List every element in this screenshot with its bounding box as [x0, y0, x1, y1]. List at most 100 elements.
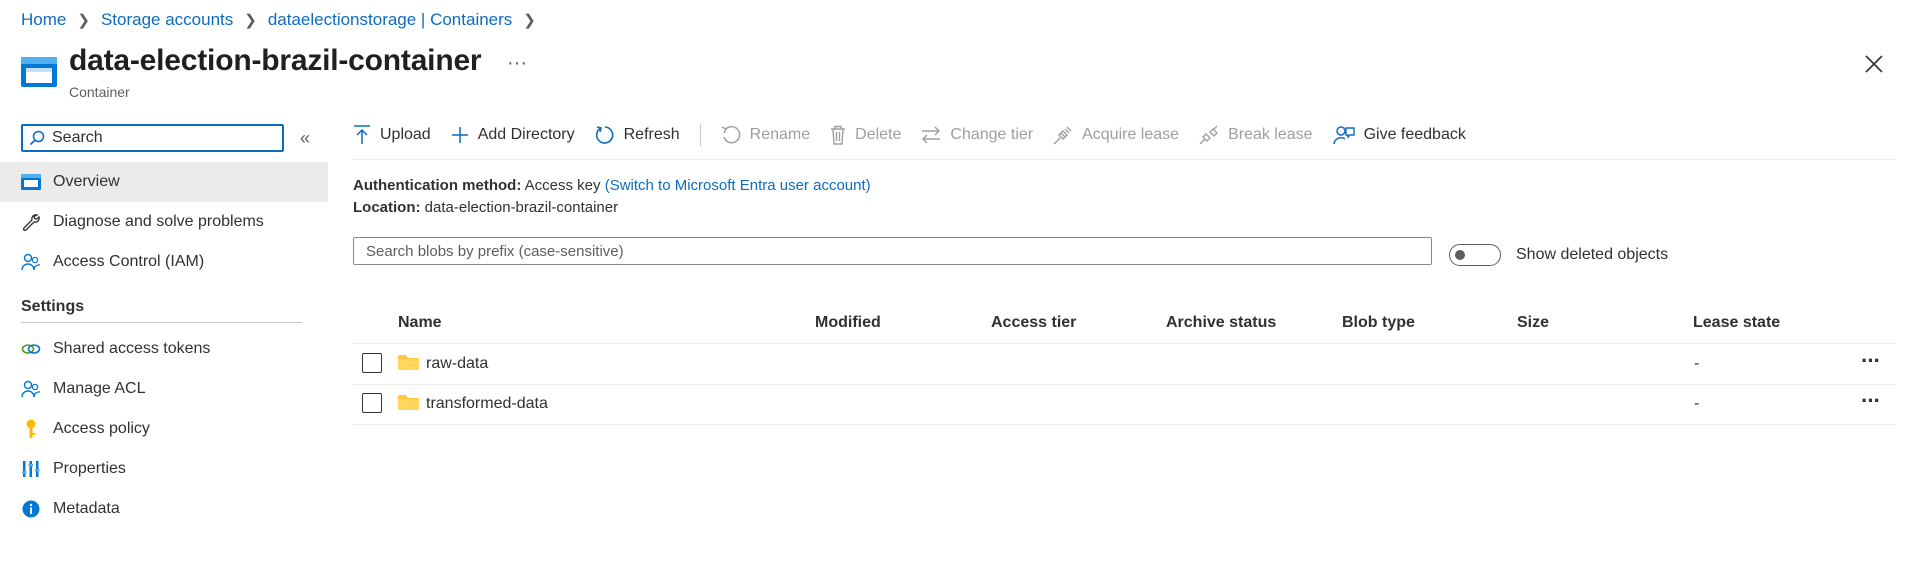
change-tier-button[interactable]: Change tier [921, 126, 1033, 144]
delete-label: Delete [855, 126, 902, 143]
sidebar-item-label: Overview [53, 173, 120, 190]
show-deleted-toggle[interactable] [1449, 244, 1501, 266]
feedback-icon [1332, 126, 1355, 145]
add-directory-button[interactable]: Add Directory [451, 126, 575, 144]
switch-auth-link[interactable]: (Switch to Microsoft Entra user account) [605, 177, 871, 194]
page-subtitle: Container [69, 84, 130, 100]
command-bar: Upload Add Directory Refresh Rename Dele… [353, 124, 1486, 146]
row-name[interactable]: raw-data [426, 355, 488, 373]
rename-icon [721, 125, 741, 144]
column-header-lease-state[interactable]: Lease state [1693, 314, 1780, 332]
divider [21, 322, 302, 323]
people-icon [21, 379, 41, 399]
trash-icon [831, 125, 846, 145]
location-row: Location: data-election-brazil-container [353, 199, 618, 216]
change-tier-label: Change tier [950, 126, 1034, 143]
refresh-button[interactable]: Refresh [595, 125, 680, 145]
sidebar-item-iam[interactable]: Access Control (IAM) [0, 242, 328, 282]
row-checkbox[interactable] [362, 353, 382, 373]
upload-button[interactable]: Upload [353, 125, 431, 145]
breadcrumb: Home ❯ Storage accounts ❯ dataelectionst… [21, 10, 547, 30]
row-more-button[interactable]: ··· [1861, 388, 1881, 414]
sidebar-item-label: Diagnose and solve problems [53, 213, 264, 230]
rename-button[interactable]: Rename [721, 125, 810, 145]
divider [353, 159, 1896, 160]
sidebar-item-label: Properties [53, 460, 126, 477]
location-value: data-election-brazil-container [424, 199, 619, 216]
row-name[interactable]: transformed-data [426, 395, 548, 413]
delete-button[interactable]: Delete [830, 125, 901, 145]
refresh-icon [595, 126, 614, 144]
sidebar-search-input[interactable] [50, 128, 274, 148]
collapse-sidebar-button[interactable]: « [300, 128, 310, 149]
sidebar-item-diagnose[interactable]: Diagnose and solve problems [0, 202, 328, 242]
people-icon [21, 252, 41, 272]
column-header-blob-type[interactable]: Blob type [1342, 314, 1415, 332]
column-header-modified[interactable]: Modified [815, 314, 881, 332]
toolbar-divider [699, 124, 701, 146]
break-lease-button[interactable]: Break lease [1199, 125, 1313, 145]
sidebar-item-access-policy[interactable]: Access policy [0, 409, 328, 449]
upload-icon [354, 125, 370, 144]
info-icon [21, 499, 41, 519]
acquire-lease-label: Acquire lease [1082, 126, 1180, 143]
sliders-icon [21, 459, 41, 479]
search-icon [29, 130, 45, 146]
sidebar-item-manage-acl[interactable]: Manage ACL [0, 369, 328, 409]
sidebar-item-label: Metadata [53, 500, 120, 517]
prefix-search [353, 237, 1432, 265]
break-lease-label: Break lease [1228, 126, 1313, 143]
column-header-size[interactable]: Size [1517, 314, 1549, 332]
auth-method-value: Access key [524, 177, 601, 194]
row-checkbox[interactable] [362, 393, 382, 413]
table-row[interactable]: raw-data - ··· [353, 344, 1896, 385]
plug-icon [1053, 126, 1072, 145]
sidebar-item-properties[interactable]: Properties [0, 449, 328, 489]
sidebar-item-overview[interactable]: Overview [0, 162, 328, 202]
sidebar-nav: Overview Diagnose and solve problems Acc… [0, 162, 328, 529]
wrench-icon [21, 212, 41, 232]
table-row[interactable]: transformed-data - ··· [353, 384, 1896, 425]
close-icon[interactable] [1864, 54, 1884, 74]
container-icon [21, 57, 57, 87]
breadcrumb-home[interactable]: Home [21, 10, 66, 30]
sidebar-item-metadata[interactable]: Metadata [0, 489, 328, 529]
toggle-knob [1455, 250, 1465, 260]
sidebar-item-label: Access Control (IAM) [53, 253, 205, 270]
swap-icon [922, 126, 941, 144]
column-header-name[interactable]: Name [398, 314, 442, 332]
chevron-right-icon: ❯ [244, 12, 257, 29]
give-feedback-label: Give feedback [1363, 126, 1466, 143]
give-feedback-button[interactable]: Give feedback [1332, 125, 1466, 145]
sidebar-section-settings: Settings [21, 298, 85, 315]
breadcrumb-containers[interactable]: dataelectionstorage | Containers [268, 10, 512, 30]
column-header-access-tier[interactable]: Access tier [991, 314, 1076, 332]
overview-icon [21, 172, 41, 192]
chevron-right-icon: ❯ [77, 12, 90, 29]
sidebar-item-label: Manage ACL [53, 380, 146, 397]
row-lease-state: - [1694, 395, 1700, 412]
folder-icon [398, 395, 419, 410]
sidebar-item-shared-access-tokens[interactable]: Shared access tokens [0, 329, 328, 369]
auth-method-row: Authentication method: Access key (Switc… [353, 177, 871, 194]
prefix-search-input[interactable] [364, 241, 1431, 261]
plus-icon [451, 127, 468, 143]
link-icon [21, 339, 41, 359]
page-title: data-election-brazil-container [69, 44, 482, 77]
sidebar-item-label: Shared access tokens [53, 340, 211, 357]
row-more-button[interactable]: ··· [1861, 348, 1881, 374]
sidebar-search [21, 124, 284, 152]
row-lease-state: - [1694, 355, 1700, 372]
breadcrumb-storage-accounts[interactable]: Storage accounts [101, 10, 233, 30]
show-deleted-label: Show deleted objects [1516, 246, 1669, 263]
location-label: Location: [353, 199, 421, 216]
add-directory-label: Add Directory [477, 126, 575, 143]
sidebar-item-label: Access policy [53, 420, 150, 437]
more-options-button[interactable]: ··· [507, 52, 527, 75]
acquire-lease-button[interactable]: Acquire lease [1053, 125, 1179, 145]
chevron-right-icon: ❯ [523, 12, 536, 29]
column-header-archive-status[interactable]: Archive status [1166, 314, 1276, 332]
auth-method-label: Authentication method: [353, 177, 522, 194]
upload-label: Upload [380, 126, 431, 143]
key-icon [21, 419, 41, 439]
